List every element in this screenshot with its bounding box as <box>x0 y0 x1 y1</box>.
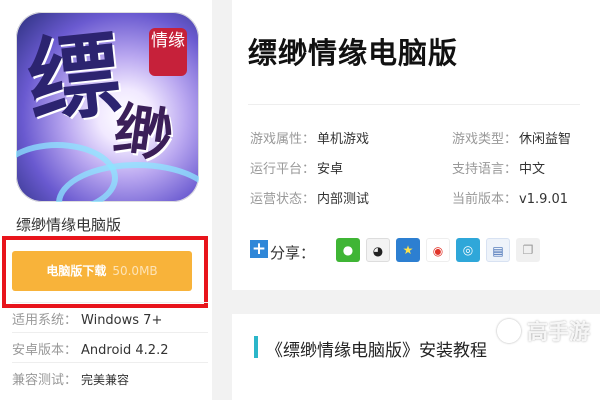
attr-label: 运营状态： <box>250 192 316 207</box>
attr-label: 当前版本： <box>452 192 518 207</box>
spec-value: Windows 7+ <box>81 313 163 328</box>
app-icon-glyph-large: 缥 <box>22 19 126 137</box>
attr-version: 当前版本： v1.9.01 <box>452 188 568 207</box>
watermark: 高手游 <box>497 316 590 346</box>
tutorial-title[interactable]: 《缥缈情缘电脑版》安装教程 <box>266 336 487 361</box>
attr-value: 单机游戏 <box>317 132 370 147</box>
attr-value: 中文 <box>519 162 546 177</box>
page-title: 缥缈情缘电脑版 <box>248 36 459 70</box>
attr-label: 支持语言： <box>452 162 518 177</box>
attr-status: 运营状态： 内部测试 <box>250 188 369 207</box>
attr-game-property: 游戏属性： 单机游戏 <box>250 128 369 147</box>
attr-value: v1.9.01 <box>519 192 569 207</box>
download-button[interactable]: 电脑版下载 50.0MB <box>12 251 192 291</box>
app-icon-glyph-small: 缈 <box>109 95 177 171</box>
attr-value: 内部测试 <box>317 192 370 207</box>
attr-language: 支持语言： 中文 <box>452 158 545 177</box>
accent-bar <box>254 336 258 358</box>
download-label: 电脑版下载 <box>46 264 107 278</box>
share-plus-icon[interactable]: + <box>250 240 268 258</box>
divider <box>248 104 580 105</box>
attr-game-type: 游戏类型： 休闲益智 <box>452 128 571 147</box>
app-icon-seal: 情缘 <box>149 28 187 76</box>
attr-label: 游戏属性： <box>250 132 316 147</box>
spec-row-compat: 兼容测试： 完美兼容 <box>12 362 208 388</box>
spec-value: 完美兼容 <box>81 373 130 387</box>
weibo-icon[interactable]: ◉ <box>426 238 450 262</box>
attr-label: 运行平台： <box>250 162 316 177</box>
copy-icon[interactable]: ❐ <box>516 238 540 262</box>
spec-row-system: 适用系统： Windows 7+ <box>12 302 208 328</box>
download-size: 50.0MB <box>112 264 158 278</box>
game-detail-panel: 缥缈情缘电脑版 游戏属性： 单机游戏 游戏类型： 休闲益智 运行平台： 安卓 支持语言… <box>232 0 600 290</box>
wechat-icon[interactable]: ● <box>336 238 360 262</box>
spec-row-android: 安卓版本： Android 4.2.2 <box>12 332 208 358</box>
spec-label: 适用系统： <box>12 313 78 328</box>
attr-label: 游戏类型： <box>452 132 518 147</box>
print-icon[interactable]: ▤ <box>486 238 510 262</box>
spec-value: Android 4.2.2 <box>81 343 169 358</box>
tencent-weibo-icon[interactable]: ◎ <box>456 238 480 262</box>
qzone-icon[interactable]: ★ <box>396 238 420 262</box>
app-sidebar: 缥 缈 情缘 缥缈情缘电脑版 电脑版下载 50.0MB 适用系统： Windows … <box>0 0 212 400</box>
qq-icon[interactable]: ◕ <box>366 238 390 262</box>
attr-value: 休闲益智 <box>519 132 572 147</box>
watermark-logo-icon <box>497 319 521 343</box>
share-label: 分享： <box>270 244 316 262</box>
spec-label: 兼容测试： <box>12 373 78 388</box>
app-name: 缥缈情缘电脑版 <box>16 216 122 234</box>
watermark-text: 高手游 <box>527 320 590 344</box>
attr-platform: 运行平台： 安卓 <box>250 158 343 177</box>
app-icon[interactable]: 缥 缈 情缘 <box>16 12 199 202</box>
spec-label: 安卓版本： <box>12 343 78 358</box>
attr-value: 安卓 <box>317 162 344 177</box>
